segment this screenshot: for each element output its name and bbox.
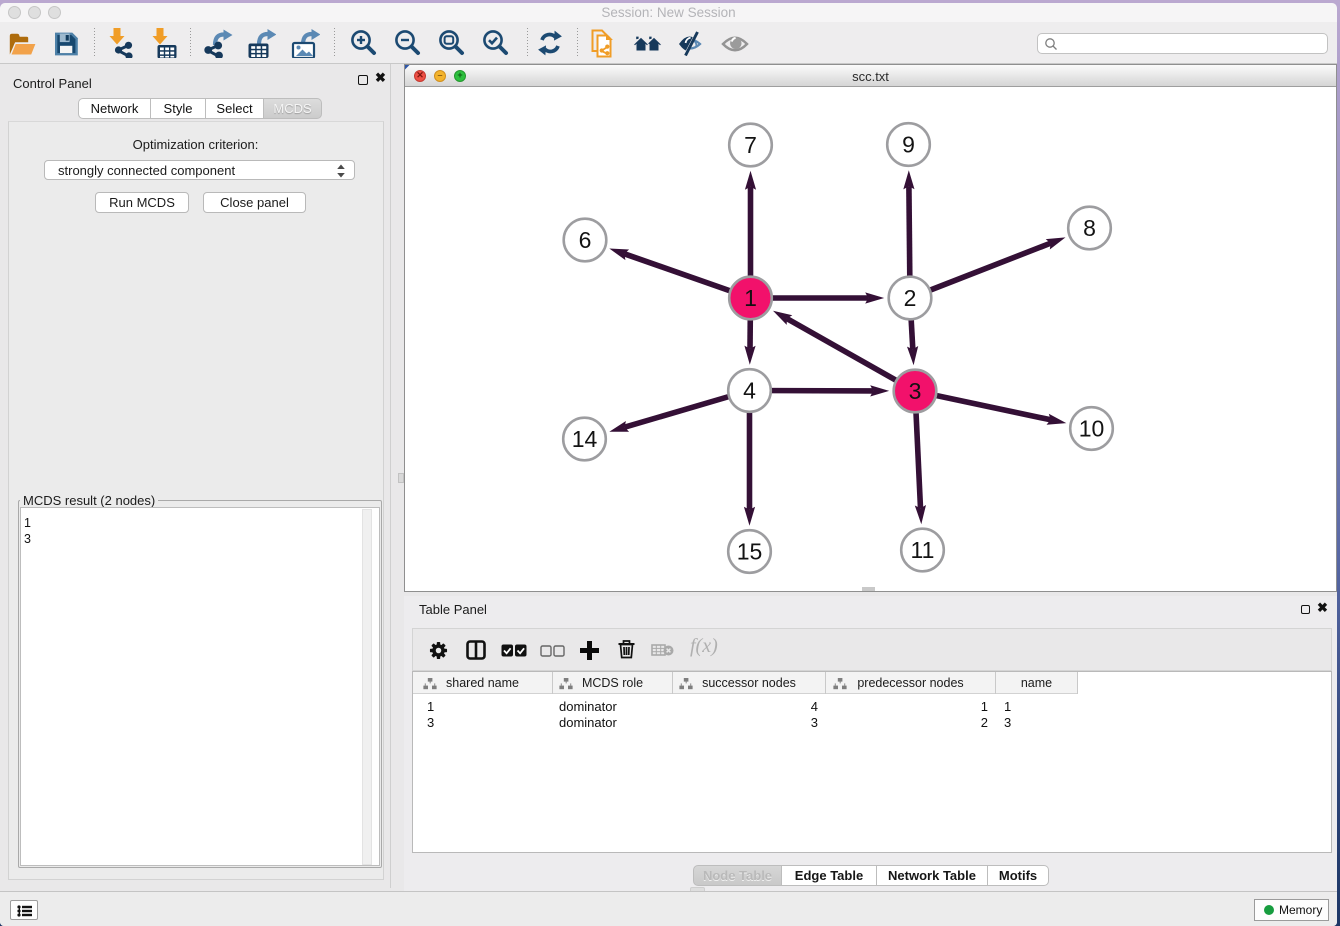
svg-text:6: 6 (579, 227, 592, 253)
svg-text:1: 1 (744, 285, 757, 311)
svg-text:4: 4 (743, 377, 756, 403)
svg-text:14: 14 (572, 426, 598, 452)
svg-text:11: 11 (911, 537, 935, 563)
svg-text:9: 9 (902, 131, 915, 157)
svg-text:8: 8 (1083, 215, 1096, 241)
svg-text:10: 10 (1079, 415, 1105, 441)
svg-text:2: 2 (904, 285, 917, 311)
svg-text:7: 7 (744, 132, 757, 158)
svg-text:15: 15 (737, 538, 763, 564)
svg-text:3: 3 (909, 378, 922, 404)
